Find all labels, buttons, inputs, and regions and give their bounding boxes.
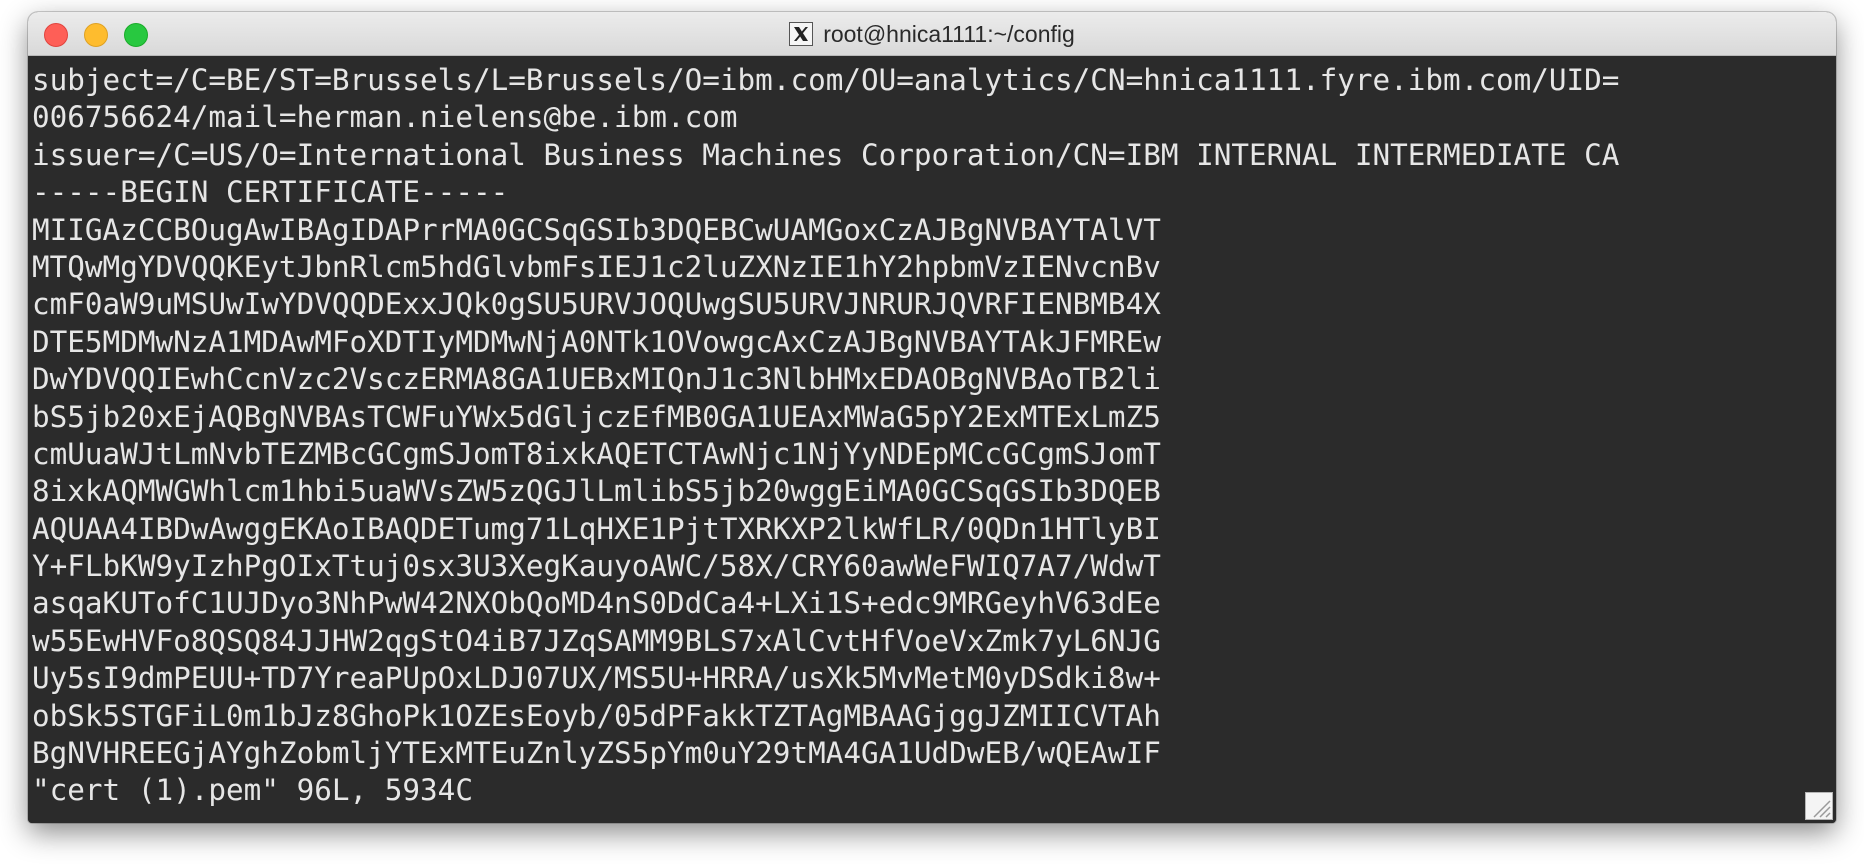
terminal-line: -----BEGIN CERTIFICATE----- bbox=[32, 175, 509, 210]
terminal-line: AQUAA4IBDwAwggEKAoIBAQDETumg71LqHXE1PjtT… bbox=[32, 511, 1161, 546]
terminal-line: bS5jb20xEjAQBgNVBAsTCWFuYWx5dGljczEfMB0G… bbox=[32, 399, 1161, 434]
terminal-line: MTQwMgYDVQQKEytJbnRlcm5hdGlvbmFsIEJ1c2lu… bbox=[32, 249, 1161, 284]
terminal-line: issuer=/C=US/O=International Business Ma… bbox=[32, 137, 1620, 172]
terminal-line: 8ixkAQMWGWhlcm1hbi5uaWVsZW5zQGJlLmlibS5j… bbox=[32, 474, 1161, 509]
resize-grip-icon[interactable] bbox=[1805, 792, 1833, 820]
terminal-content[interactable]: subject=/C=BE/ST=Brussels/L=Brussels/O=i… bbox=[28, 56, 1836, 823]
title-bar[interactable]: root@hnica1111:~/config bbox=[28, 12, 1836, 56]
terminal-window: root@hnica1111:~/config subject=/C=BE/ST… bbox=[28, 12, 1836, 823]
terminal-line: DTE5MDMwNzA1MDAwMFoXDTIyMDMwNjA0NTk1OVow… bbox=[32, 324, 1161, 359]
x11-icon bbox=[789, 22, 814, 46]
terminal-line: w55EwHVFo8QSQ84JJHW2qgStO4iB7JZqSAMM9BLS… bbox=[32, 623, 1161, 658]
terminal-line: MIIGAzCCBOugAwIBAgIDAPrrMA0GCSqGSIb3DQEB… bbox=[32, 212, 1161, 247]
terminal-line: DwYDVQQIEwhCcnVzc2VsczERMA8GA1UEBxMIQnJ1… bbox=[32, 362, 1161, 397]
terminal-line: asqaKUTofC1UJDyo3NhPwW42NXObQoMD4nS0DdCa… bbox=[32, 586, 1161, 621]
terminal-line: cmUuaWJtLmNvbTEZMBcGCgmSJomT8ixkAQETCTAw… bbox=[32, 436, 1161, 471]
terminal-line: Uy5sI9dmPEUU+TD7YreaPUpOxLDJ07UX/MS5U+HR… bbox=[32, 661, 1161, 696]
terminal-line: obSk5STGFiL0m1bJz8GhoPk1OZEsEoyb/05dPFak… bbox=[32, 698, 1161, 733]
window-title-group: root@hnica1111:~/config bbox=[28, 12, 1836, 56]
terminal-line: subject=/C=BE/ST=Brussels/L=Brussels/O=i… bbox=[32, 63, 1620, 97]
vim-status-line: "cert (1).pem" 96L, 5934C bbox=[32, 773, 473, 808]
terminal-line: Y+FLbKW9yIzhPgOIxTtuj0sx3U3XegKauyoAWC/5… bbox=[32, 549, 1161, 584]
terminal-line: BgNVHREEGjAYghZobmljYTExMTEuZnlyZS5pYm0u… bbox=[32, 736, 1161, 771]
terminal-line: 006756624/mail=herman.nielens@be.ibm.com bbox=[32, 100, 738, 135]
window-title: root@hnica1111:~/config bbox=[823, 20, 1075, 47]
terminal-line: cmF0aW9uMSUwIwYDVQQDExxJQk0gSU5URVJOQUwg… bbox=[32, 287, 1161, 322]
